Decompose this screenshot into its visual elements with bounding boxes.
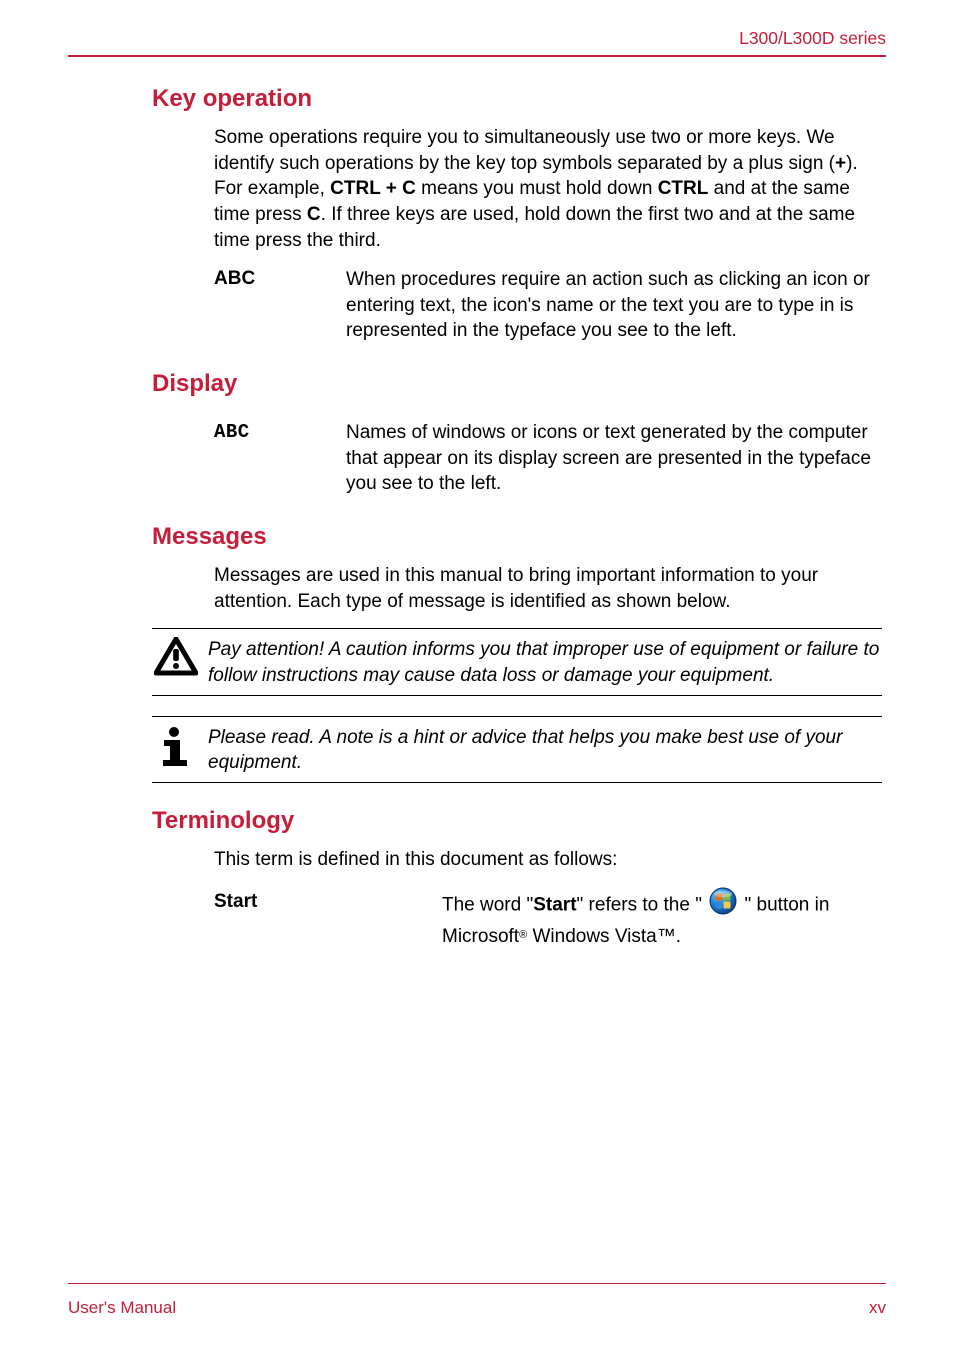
abc-term-bold: ABC — [214, 267, 346, 344]
abc-desc: When procedures require an action such a… — [346, 267, 882, 344]
windows-start-orb-icon — [709, 887, 737, 924]
messages-paragraph: Messages are used in this manual to brin… — [214, 563, 882, 614]
text-fragment: Windows Vista™. — [527, 926, 681, 947]
start-term: Start — [214, 887, 442, 951]
text-fragment: The word " — [442, 894, 533, 915]
heading-display: Display — [152, 370, 886, 398]
terminology-start-row: Start The word "Start" refers to the " "… — [214, 887, 882, 951]
start-bold: Start — [533, 894, 576, 915]
header-series-text: L300/L300D series — [68, 28, 886, 49]
info-icon — [152, 723, 208, 769]
text-bold-ctrlc: CTRL + C — [330, 178, 416, 199]
text-bold-c: C — [307, 204, 321, 225]
key-operation-paragraph: Some operations require you to simultane… — [214, 125, 882, 253]
abc-desc: Names of windows or icons or text genera… — [346, 420, 882, 497]
page-footer: User's Manual xv — [68, 1283, 886, 1318]
text-bold-ctrl: CTRL — [658, 178, 709, 199]
callout-divider — [152, 695, 882, 696]
footer-page-number: xv — [869, 1298, 886, 1318]
note-callout: Please read. A note is a hint or advice … — [152, 716, 882, 783]
caution-text: Pay attention! A caution informs you tha… — [208, 635, 882, 688]
key-operation-abc-row: ABC When procedures require an action su… — [214, 267, 882, 344]
footer-left: User's Manual — [68, 1298, 176, 1318]
header-divider — [68, 55, 886, 57]
caution-icon — [152, 635, 208, 677]
callout-divider — [152, 782, 882, 783]
registered-symbol: ® — [519, 929, 527, 941]
terminology-intro: This term is defined in this document as… — [214, 847, 882, 873]
heading-key-operation: Key operation — [152, 85, 886, 113]
heading-terminology: Terminology — [152, 807, 886, 835]
text-fragment: Some operations require you to simultane… — [214, 127, 835, 174]
heading-messages: Messages — [152, 523, 886, 551]
text-fragment: means you must hold down — [416, 178, 658, 199]
note-text: Please read. A note is a hint or advice … — [208, 723, 882, 776]
caution-callout: Pay attention! A caution informs you tha… — [152, 628, 882, 695]
display-abc-row: ABC Names of windows or icons or text ge… — [214, 420, 882, 497]
text-bold-plus: + — [835, 153, 846, 174]
abc-term-mono: ABC — [214, 420, 346, 497]
text-fragment: " refers to the " — [577, 894, 708, 915]
start-desc: The word "Start" refers to the " " butto… — [442, 887, 882, 951]
footer-divider — [68, 1283, 886, 1284]
